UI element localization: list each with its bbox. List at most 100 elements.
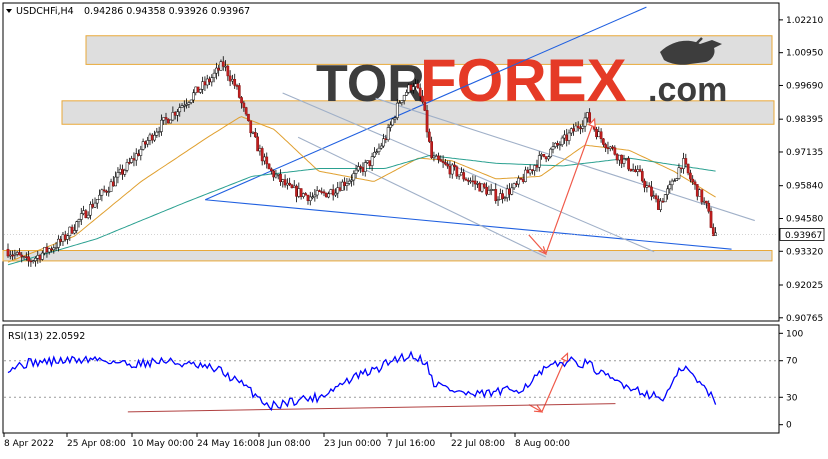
candle-body <box>98 194 101 200</box>
candle-body <box>130 158 134 163</box>
candle-body <box>544 156 548 160</box>
candle-body <box>327 193 330 198</box>
candle-body <box>91 204 95 208</box>
candle-body <box>455 166 459 177</box>
candle-body <box>368 160 372 166</box>
rsi-tick-label: 70 <box>786 357 798 367</box>
candle-body <box>111 181 115 187</box>
candle-body <box>652 195 656 197</box>
candle-body <box>705 200 708 204</box>
price-tick-label: 0.94580 <box>786 214 823 224</box>
candle-body <box>464 178 468 181</box>
candle-body <box>709 211 713 228</box>
time-tick-label: 22 Jul 08:00 <box>451 439 505 449</box>
candle-body <box>157 131 161 133</box>
candle-body <box>299 188 303 197</box>
candle-body <box>313 194 317 198</box>
candle-body <box>221 61 225 67</box>
candle-body <box>675 178 679 181</box>
candle-body <box>173 112 177 116</box>
candle-body <box>336 187 340 194</box>
candle-body <box>237 85 241 98</box>
candle-body <box>43 247 46 254</box>
candle-body <box>150 134 154 141</box>
candle-body <box>448 165 452 175</box>
candle-body <box>166 118 170 124</box>
candle-body <box>38 255 42 260</box>
candle-body <box>199 89 202 93</box>
candle-body <box>707 202 711 212</box>
rsi-label: RSI(13) 22.0592 <box>8 331 85 342</box>
candle-body <box>340 181 344 191</box>
price-tick-label: 1.00950 <box>786 49 823 59</box>
candle-body <box>15 252 19 255</box>
candle-body <box>171 112 175 121</box>
candle-body <box>498 193 502 200</box>
candle-body <box>22 256 26 258</box>
candle-body <box>187 102 191 105</box>
candle-body <box>650 186 653 197</box>
candle-body <box>553 143 557 147</box>
forex-chart: USDCHFi,H4 0.94286 0.94358 0.93926 0.939… <box>0 0 828 455</box>
candle-body <box>219 61 223 71</box>
candle-body <box>201 81 204 90</box>
candle-body <box>118 168 122 173</box>
candle-body <box>478 183 482 192</box>
candle-body <box>508 188 511 195</box>
candle-body <box>107 191 111 193</box>
candle-body <box>242 102 246 108</box>
candle-body <box>457 174 461 177</box>
candle-body <box>473 180 477 185</box>
candle-body <box>20 254 24 257</box>
candle-body <box>661 200 665 203</box>
candle-body <box>599 131 603 140</box>
candle-body <box>460 172 463 176</box>
candle-body <box>666 188 669 195</box>
candle-body <box>519 177 523 180</box>
current-price-label: 0.93967 <box>785 231 822 241</box>
candle-body <box>551 146 555 150</box>
candle-body <box>128 162 131 164</box>
candle-body <box>297 188 301 197</box>
candle-body <box>322 191 326 194</box>
candle-body <box>501 193 504 200</box>
candle-body <box>512 183 516 189</box>
candle-body <box>535 165 539 168</box>
candle-body <box>306 194 310 202</box>
candle-body <box>398 102 401 104</box>
candle-body <box>27 256 30 262</box>
candle-body <box>363 162 367 172</box>
candle-body <box>134 153 138 161</box>
candle-body <box>66 235 69 240</box>
time-tick-label: 24 May 16:00 <box>197 439 259 449</box>
candle-body <box>533 165 537 171</box>
candle-body <box>269 168 273 172</box>
price-tick-label: 1.02210 <box>786 16 823 26</box>
chart-canvas: USDCHFi,H4 0.94286 0.94358 0.93926 0.939… <box>0 0 828 455</box>
candle-body <box>521 178 525 182</box>
candle-body <box>613 147 617 155</box>
candle-body <box>8 254 12 257</box>
candle-body <box>352 173 356 181</box>
candle-body <box>295 185 298 197</box>
candle-body <box>393 117 397 120</box>
time-tick-label: 7 Jul 16:00 <box>387 439 436 449</box>
candle-body <box>82 210 85 214</box>
time-tick-label: 8 Jun 08:00 <box>259 439 311 449</box>
candle-body <box>656 198 660 210</box>
candle-body <box>311 196 314 199</box>
candle-body <box>606 147 610 150</box>
candle-body <box>36 255 40 259</box>
candle-body <box>517 177 521 185</box>
candle-body <box>524 169 527 182</box>
candle-body <box>686 163 690 174</box>
candle-body <box>556 143 559 146</box>
candle-body <box>622 158 626 164</box>
candle-body <box>430 141 433 158</box>
candle-body <box>691 178 695 183</box>
candle-body <box>379 145 383 149</box>
candle-body <box>423 101 427 111</box>
candle-body <box>162 117 166 121</box>
price-tick-label: 0.98395 <box>786 115 823 125</box>
candle-body <box>627 158 630 170</box>
